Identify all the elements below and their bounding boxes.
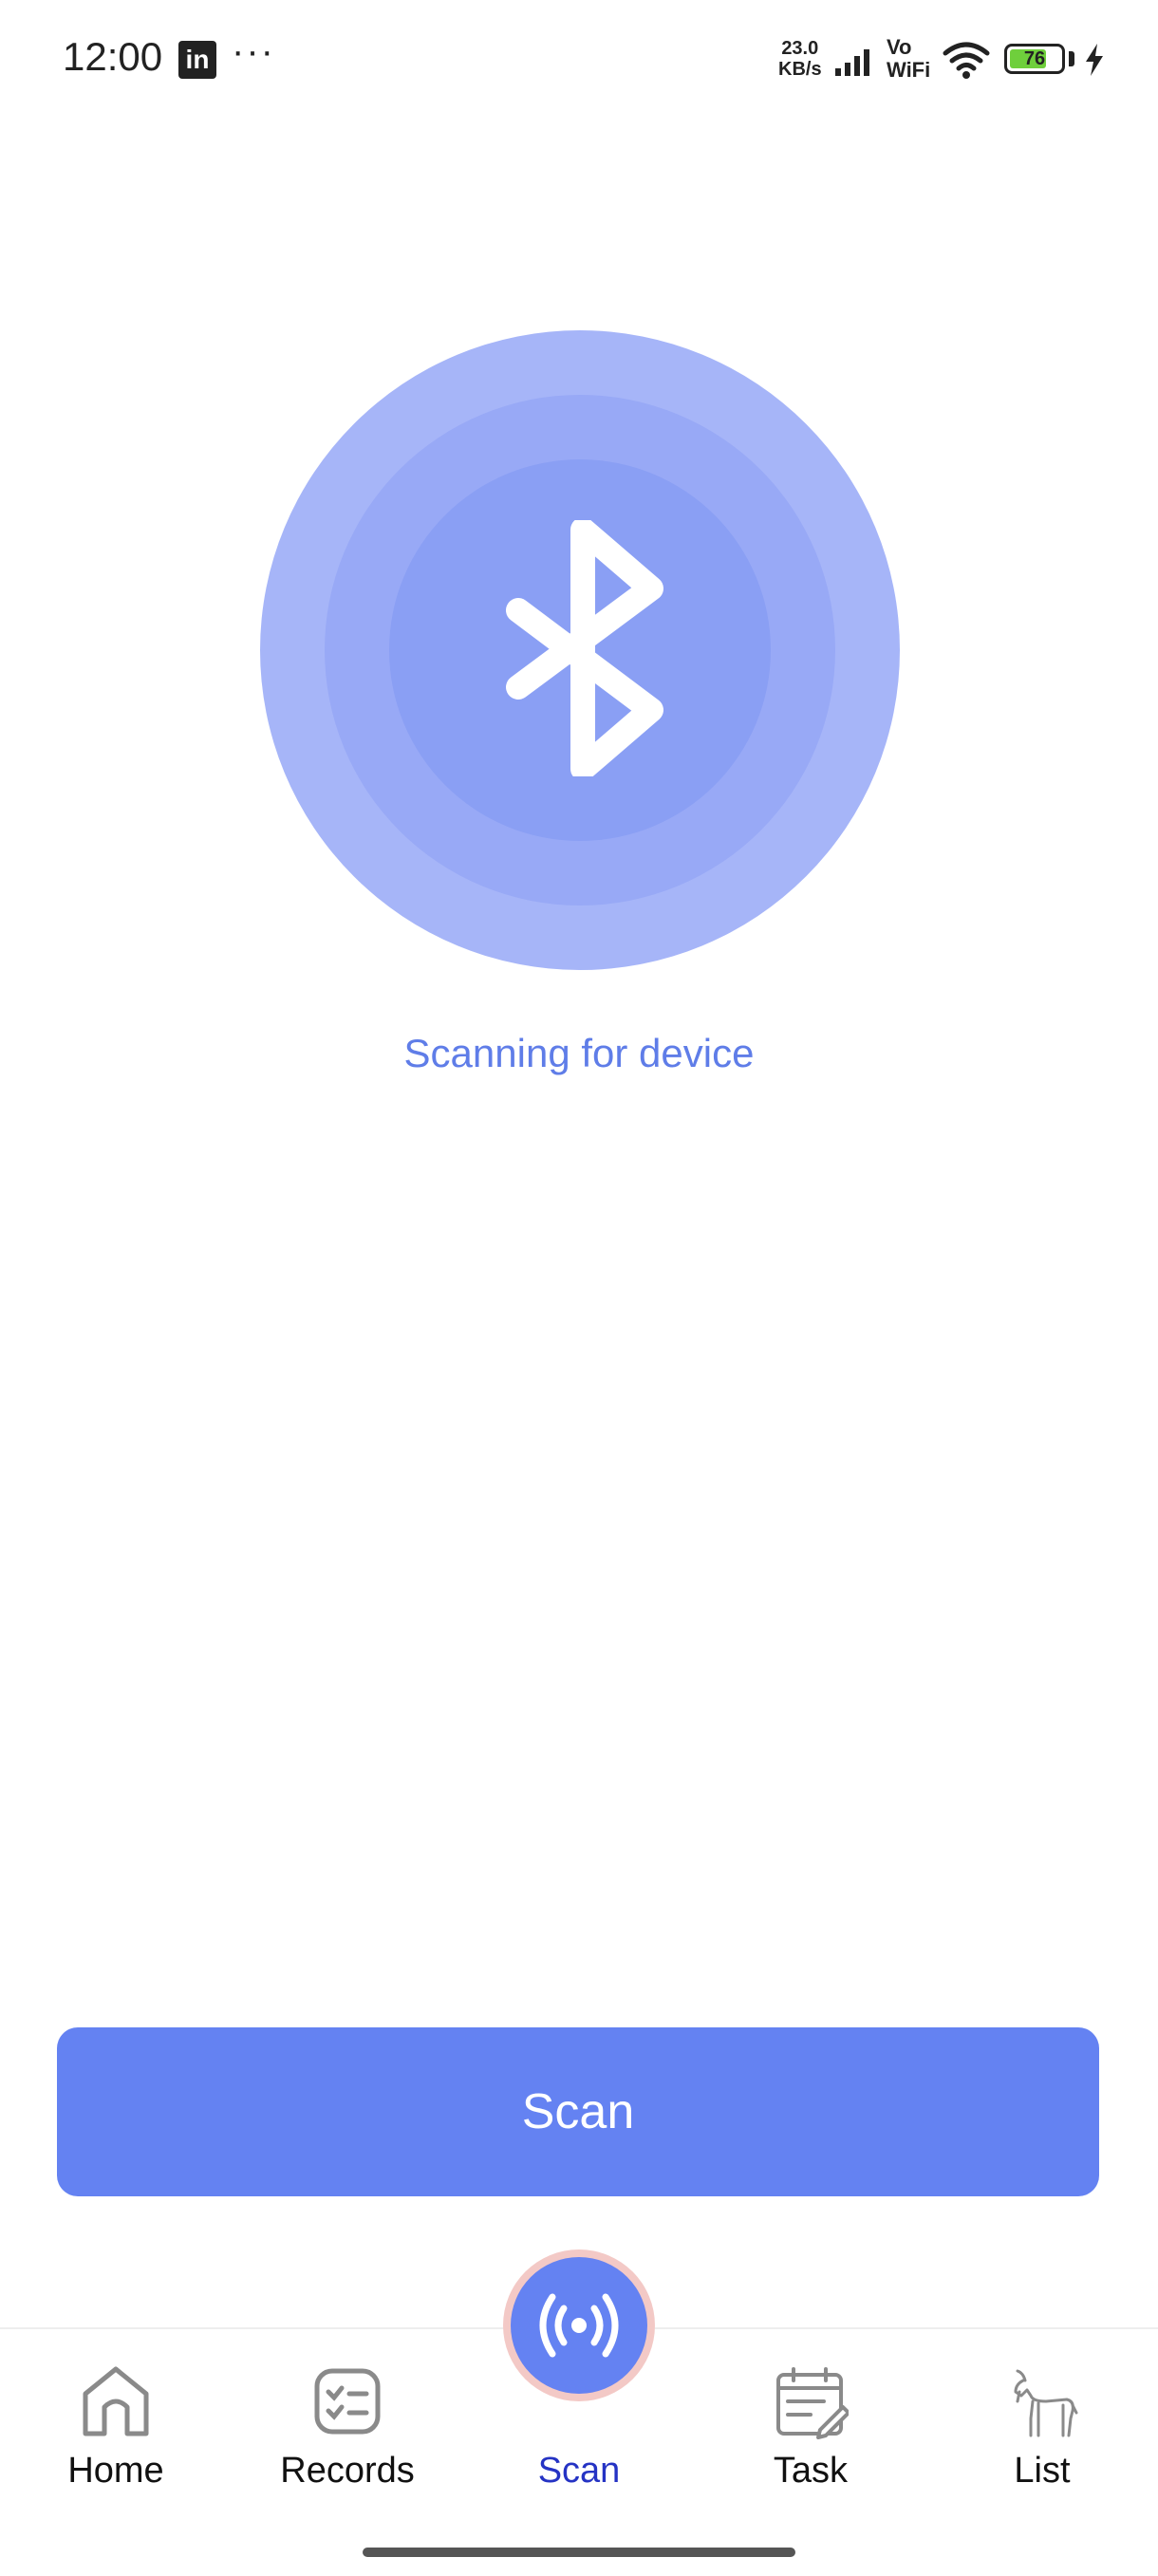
bluetooth-scanner [260,330,900,970]
battery-level: 76 [1023,48,1046,69]
broadcast-icon [539,2293,619,2358]
vowifi-top: Vo [887,35,912,59]
nav-label-scan: Scan [537,2451,621,2491]
vowifi-indicator: Vo WiFi [887,36,930,82]
linkedin-icon: in [178,41,216,79]
checklist-icon [314,2368,381,2435]
battery-tip [1069,51,1074,66]
network-speed: 23.0 KB/s [778,38,822,80]
scan-button[interactable]: Scan [57,2027,1099,2196]
nav-label-records: Records [280,2451,415,2491]
network-speed-unit: KB/s [778,59,822,80]
nav-item-list[interactable]: List [947,2363,1137,2492]
charging-icon [1086,44,1103,76]
nav-label-home: Home [67,2451,164,2491]
nav-item-task[interactable]: Task [716,2363,906,2492]
calendar-edit-icon [776,2367,849,2439]
home-indicator[interactable] [363,2548,795,2557]
status-bar: 12:00 in ··· 23.0 KB/s Vo WiFi 76 [0,0,1158,114]
status-time: 12:00 [63,34,163,79]
nav-item-home[interactable]: Home [21,2363,211,2492]
goat-icon [1014,2369,1078,2437]
vowifi-bottom: WiFi [887,58,931,82]
scan-fab-button[interactable] [503,2249,655,2401]
battery-icon: 76 [1004,44,1065,74]
scan-fab-inner [511,2257,647,2394]
more-notifications-icon: ··· [232,30,275,72]
signal-icon [835,49,869,76]
home-icon [83,2366,149,2436]
scan-status-text: Scanning for device [403,1031,755,1075]
bluetooth-icon [506,520,663,776]
network-speed-value: 23.0 [781,38,819,59]
nav-label-task: Task [773,2451,849,2491]
nav-item-records[interactable]: Records [252,2363,442,2492]
nav-label-list: List [1014,2451,1071,2491]
wifi-icon [943,42,990,79]
